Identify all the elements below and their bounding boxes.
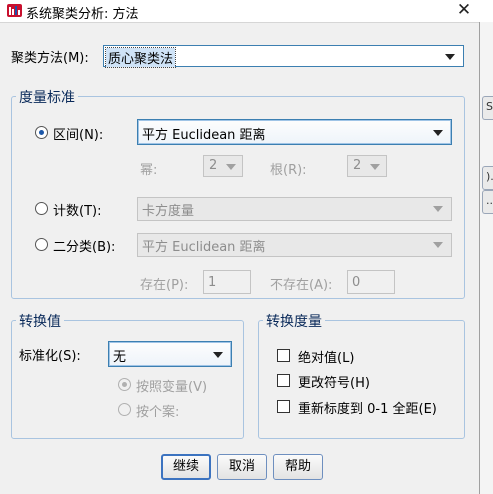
interval-measure-select[interactable]: 平方 Euclidean 距离 xyxy=(137,119,452,145)
standardize-label: 标准化(S): xyxy=(19,349,81,364)
title-bar: 系统聚类分析: 方法 ✕ xyxy=(0,0,493,22)
binary-label: 二分类(B): xyxy=(53,240,116,255)
chevron-down-icon xyxy=(433,130,443,136)
chevron-down-icon xyxy=(433,242,443,248)
by-case-label: 按个案: xyxy=(136,405,180,420)
binary-radio[interactable] xyxy=(35,238,48,251)
dialog-body: 聚类方法(M): 质心聚类法 度量标准 区间(N): 平方 Euclidean … xyxy=(0,22,479,494)
chevron-down-icon xyxy=(213,352,223,358)
power-select[interactable]: 2 xyxy=(203,155,243,177)
rescale-checkbox[interactable] xyxy=(277,400,290,413)
by-variable-label: 按照变量(V) xyxy=(136,380,208,395)
cluster-method-select[interactable]: 质心聚类法 xyxy=(103,45,464,68)
interval-label: 区间(N): xyxy=(53,128,104,143)
binary-measure-select[interactable]: 平方 Euclidean 距离 xyxy=(137,233,452,257)
close-icon[interactable]: ✕ xyxy=(452,0,476,20)
root-select[interactable]: 2 xyxy=(347,155,387,177)
counts-label: 计数(T): xyxy=(53,204,102,219)
present-value: 1 xyxy=(208,275,217,290)
background-button: S) xyxy=(482,96,493,120)
measure-group-title: 度量标准 xyxy=(16,87,78,107)
change-sign-checkbox[interactable] xyxy=(277,374,290,387)
binary-measure-value: 平方 Euclidean 距离 xyxy=(142,240,266,255)
background-window: S) )... ... xyxy=(479,22,493,494)
cluster-method-label: 聚类方法(M): xyxy=(11,51,89,66)
counts-measure-select[interactable]: 卡方度量 xyxy=(137,197,452,221)
power-label: 幂: xyxy=(140,163,158,178)
interval-measure-value: 平方 Euclidean 距离 xyxy=(142,128,266,143)
chevron-down-icon xyxy=(433,206,443,212)
cancel-button[interactable]: 取消 xyxy=(217,454,267,480)
transform-measures-group: 转换度量 绝对值(L) 更改符号(H) 重新标度到 0-1 全距(E) xyxy=(258,311,465,439)
background-button: )... xyxy=(482,166,493,190)
chevron-down-icon xyxy=(226,164,236,170)
by-case-radio[interactable] xyxy=(118,403,131,416)
counts-measure-value: 卡方度量 xyxy=(142,204,195,219)
root-value: 2 xyxy=(353,158,362,173)
interval-radio[interactable] xyxy=(35,126,48,139)
spss-app-icon xyxy=(7,4,22,17)
background-button-text: )... xyxy=(486,170,493,183)
background-button: ... xyxy=(482,190,493,214)
chevron-down-icon xyxy=(370,164,380,170)
method-dialog: 系统聚类分析: 方法 ✕ 聚类方法(M): 质心聚类法 度量标准 区间(N): … xyxy=(0,0,493,494)
present-label: 存在(P): xyxy=(140,278,189,293)
background-button-text: ... xyxy=(486,194,493,207)
counts-radio[interactable] xyxy=(35,202,48,215)
standardize-select[interactable]: 无 xyxy=(108,341,232,367)
window-title: 系统聚类分析: 方法 xyxy=(26,7,139,22)
root-label: 根(R): xyxy=(270,163,307,178)
transform-values-group: 转换值 标准化(S): 无 按照变量(V) 按个案: xyxy=(11,311,244,439)
background-button-text: S) xyxy=(486,100,493,113)
continue-button[interactable]: 继续 xyxy=(161,454,211,480)
absent-label: 不存在(A): xyxy=(270,278,333,293)
absent-input[interactable]: 0 xyxy=(347,270,395,294)
power-value: 2 xyxy=(209,158,218,173)
cluster-method-value: 质心聚类法 xyxy=(104,47,177,68)
absent-value: 0 xyxy=(352,275,361,290)
absolute-checkbox[interactable] xyxy=(277,349,290,362)
absolute-label: 绝对值(L) xyxy=(298,351,355,366)
rescale-label: 重新标度到 0-1 全距(E) xyxy=(298,402,437,417)
transform-measures-title: 转换度量 xyxy=(263,311,325,331)
measure-group: 度量标准 区间(N): 平方 Euclidean 距离 幂: 2 根(R): 2… xyxy=(11,87,465,299)
transform-values-title: 转换值 xyxy=(16,311,64,331)
change-sign-label: 更改符号(H) xyxy=(298,376,370,391)
present-input[interactable]: 1 xyxy=(203,270,251,294)
by-variable-radio[interactable] xyxy=(118,378,131,391)
chevron-down-icon xyxy=(445,54,455,60)
help-button[interactable]: 帮助 xyxy=(273,454,323,480)
standardize-value: 无 xyxy=(113,350,127,365)
